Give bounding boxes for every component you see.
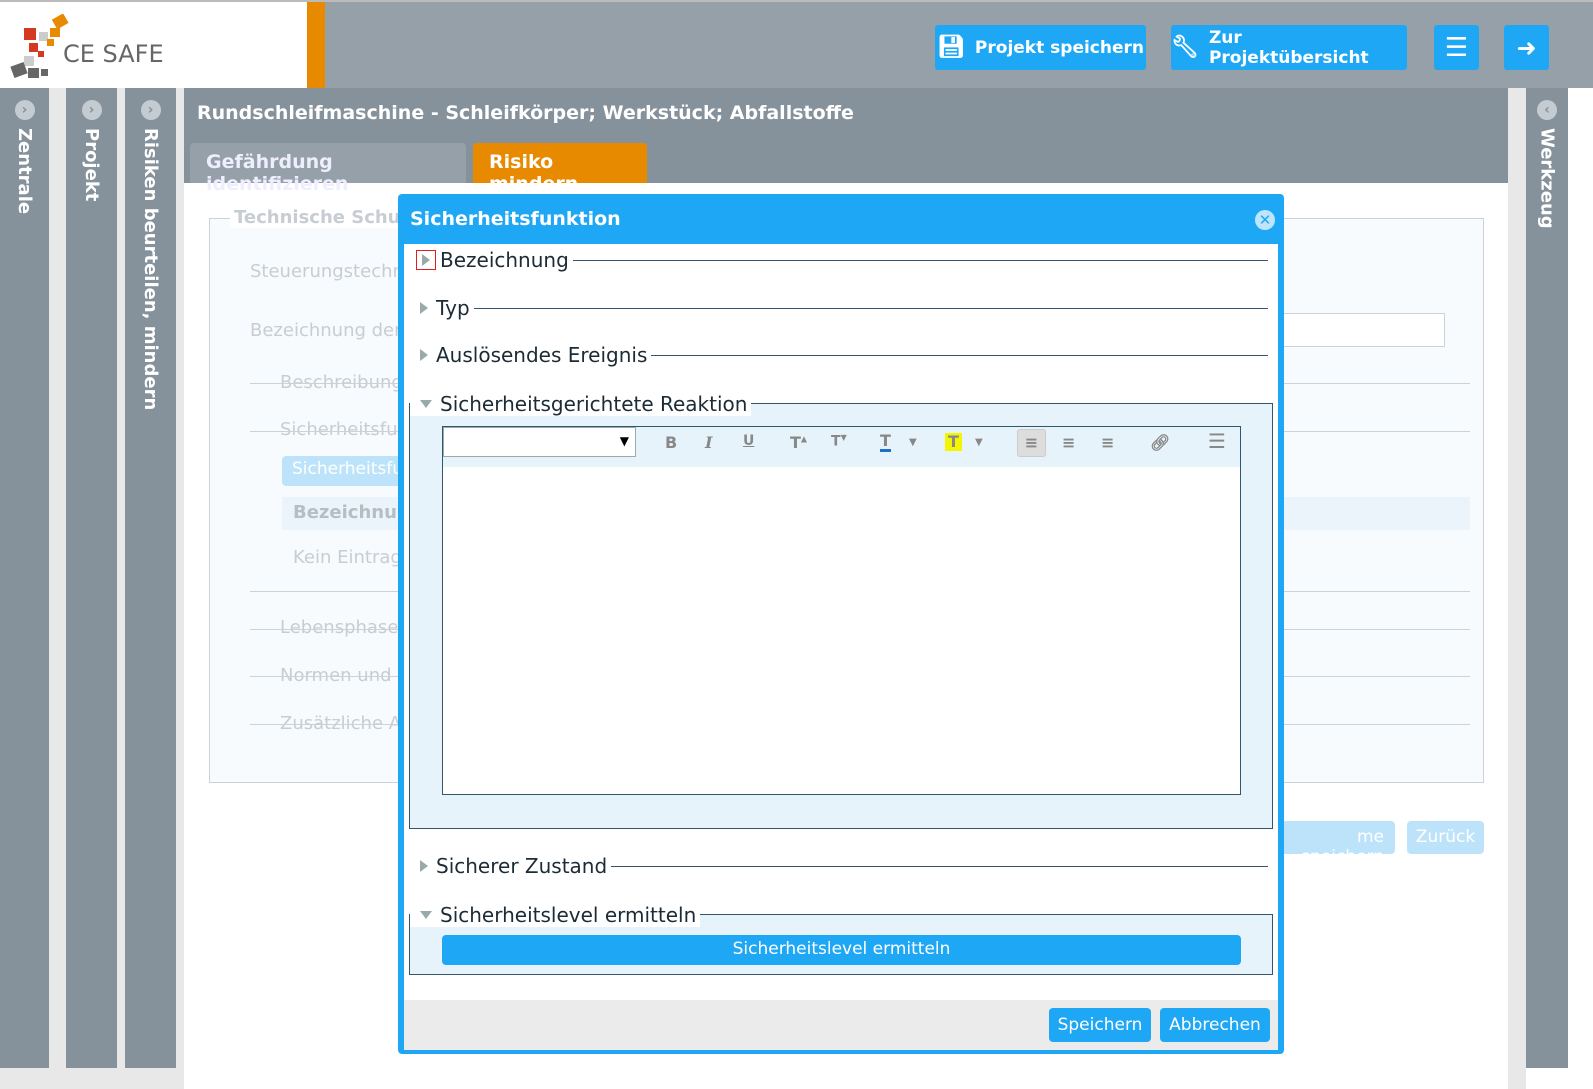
page-header: Rundschleifmaschine - Schleifkörper; Wer… — [184, 88, 1508, 195]
section-ausloesendes-ereignis[interactable]: Auslösendes Ereignis — [410, 343, 1268, 367]
sidebar-risiken[interactable]: › Risiken beurteilen, mindern — [125, 88, 176, 1068]
list-icon[interactable]: ☰ — [1208, 429, 1226, 453]
tab-gefaehrdung[interactable]: Gefährdung identifizieren — [190, 143, 466, 195]
chevron-right-icon: › — [14, 100, 35, 120]
rich-text-editor[interactable]: ▼ B I U T▲ T▼ T ▼ T ▼ ≡ ≡ ≡ 🔗︎ ☰ — [442, 426, 1241, 795]
sidebar-projekt[interactable]: › Projekt — [66, 88, 117, 1068]
dialog-footer: Speichern Abbrechen — [404, 1000, 1278, 1050]
add-safety-function-button[interactable]: Sicherheitsfur — [282, 456, 402, 486]
wrench-icon: 🔧︎ — [1171, 35, 1199, 60]
text-color-icon[interactable]: T — [880, 433, 891, 452]
expand-icon[interactable] — [416, 250, 436, 270]
page-title: Rundschleifmaschine - Schleifkörper; Wer… — [197, 102, 854, 124]
field-label: Bezeichnung der — [250, 320, 402, 341]
hamburger-icon: ☰ — [1444, 32, 1469, 63]
floppy-disk-icon: 💾︎ — [936, 35, 965, 60]
reaction-fieldset: ▼ B I U T▲ T▼ T ▼ T ▼ ≡ ≡ ≡ 🔗︎ ☰ — [409, 403, 1273, 829]
name-input[interactable] — [1270, 313, 1445, 347]
legend: Technische Schu — [230, 207, 405, 228]
section-typ[interactable]: Typ — [410, 296, 1268, 320]
dropdown-arrow-icon[interactable]: ▼ — [975, 437, 983, 448]
project-overview-button[interactable]: 🔧︎ Zur Projektübersicht — [1171, 25, 1407, 70]
table-header: Bezeichnur — [293, 502, 406, 523]
sidebar-zentrale[interactable]: › Zentrale — [0, 88, 49, 1068]
chevron-right-icon: › — [81, 100, 102, 120]
collapse-icon — [420, 400, 432, 408]
underline-icon[interactable]: U — [743, 433, 754, 449]
cancel-button[interactable]: Abbrechen — [1160, 1008, 1270, 1042]
chevron-right-icon: › — [140, 100, 161, 120]
accent-bar — [307, 2, 325, 88]
section-label: Typ — [436, 296, 470, 320]
tab-risiko-mindern[interactable]: Risiko mindern — [473, 143, 647, 195]
link-icon[interactable]: 🔗︎ — [1150, 433, 1170, 452]
section-label: Auslösendes Ereignis — [436, 343, 648, 367]
section-label: Bezeichnung — [440, 248, 569, 272]
expand-icon — [420, 302, 428, 314]
superscript-icon[interactable]: T▲ — [790, 433, 807, 452]
dialog-title: Sicherheitsfunktion — [410, 208, 621, 230]
section-label[interactable]: Lebensphase — [280, 617, 398, 638]
logout-icon: ➜ — [1516, 33, 1537, 62]
section-label: Sicherer Zustand — [436, 854, 608, 878]
bold-icon[interactable]: B — [665, 433, 677, 452]
format-select[interactable]: ▼ — [443, 427, 636, 457]
chevron-left-icon: ‹ — [1537, 100, 1557, 120]
collapse-icon — [420, 911, 432, 919]
field-label: Steuerungstechn — [250, 261, 404, 282]
logo-text: CE SAFE — [63, 40, 164, 68]
expand-icon — [420, 860, 428, 872]
menu-button[interactable]: ☰ — [1434, 25, 1479, 70]
logout-button[interactable]: ➜ — [1504, 25, 1549, 70]
empty-text: Kein Eintrag — [293, 547, 402, 568]
subscript-icon[interactable]: T▼ — [831, 433, 847, 450]
safety-function-dialog: Sicherheitsfunktion ✕ Bezeichnung Typ Au… — [398, 194, 1284, 1054]
section-label: Sicherheitslevel ermitteln — [440, 903, 697, 927]
editor-toolbar: ▼ B I U T▲ T▼ T ▼ T ▼ ≡ ≡ ≡ 🔗︎ ☰ — [443, 427, 1240, 467]
align-center-icon[interactable]: ≡ — [1062, 433, 1075, 452]
align-right-icon[interactable]: ≡ — [1101, 433, 1114, 452]
section-sicherer-zustand[interactable]: Sicherer Zustand — [410, 854, 1268, 878]
save-button[interactable]: Speichern — [1049, 1008, 1151, 1042]
back-button[interactable]: Zurück — [1407, 821, 1484, 854]
sidebar-werkzeug[interactable]: ‹ Werkzeug — [1526, 88, 1568, 1068]
align-left-icon[interactable]: ≡ — [1017, 429, 1046, 457]
expand-icon — [420, 349, 428, 361]
logo[interactable]: CE SAFE — [0, 2, 307, 88]
section-label: Sicherheitsgerichtete Reaktion — [440, 392, 748, 416]
determine-level-button[interactable]: Sicherheitslevel ermitteln — [442, 935, 1241, 965]
section-sicherheitslevel[interactable]: Sicherheitslevel ermitteln — [410, 903, 701, 927]
close-icon[interactable]: ✕ — [1255, 210, 1275, 230]
save-project-button[interactable]: 💾︎ Projekt speichern — [935, 25, 1146, 70]
section-bezeichnung[interactable]: Bezeichnung — [410, 248, 1268, 272]
section-reaktion[interactable]: Sicherheitsgerichtete Reaktion — [410, 392, 752, 416]
sidebar-gap — [1508, 88, 1526, 1089]
section-label[interactable]: Sicherheitsfu — [280, 419, 398, 440]
dropdown-arrow-icon[interactable]: ▼ — [909, 437, 917, 448]
dialog-body: Bezeichnung Typ Auslösendes Ereignis ▼ B… — [404, 244, 1278, 1050]
italic-icon[interactable]: I — [705, 433, 712, 452]
highlight-icon[interactable]: T — [945, 433, 962, 451]
